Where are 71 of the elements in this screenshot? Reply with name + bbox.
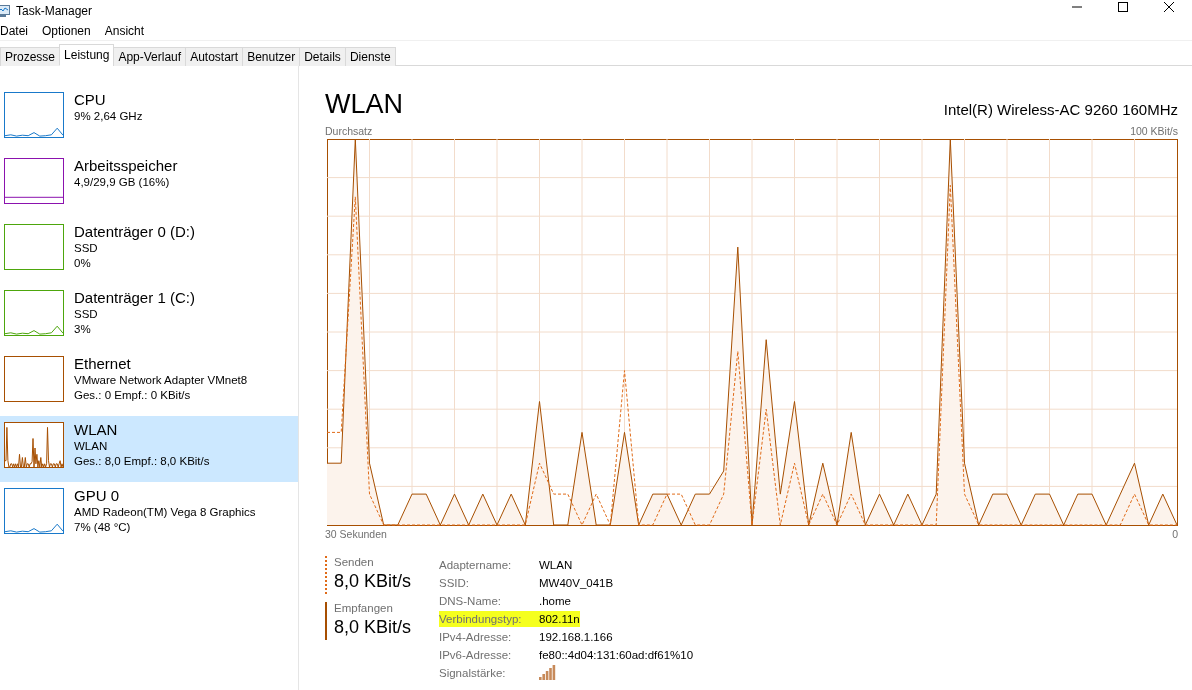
usage-graph-thumbnail	[4, 92, 64, 138]
property-value: WLAN	[539, 558, 573, 573]
page-title: WLAN	[325, 88, 403, 120]
tab[interactable]: Prozesse	[0, 47, 61, 66]
device-name: Ethernet	[74, 354, 132, 373]
sidebar-item[interactable]: GPU 0 AMD Radeon(TM) Vega 8 Graphics 7% (48 °C)	[0, 482, 298, 548]
sidebar-item[interactable]: WLAN WLAN Ges.: 8,0 Empf.: 8,0 KBit/s	[0, 416, 298, 482]
device-name: Datenträger 0 (D:)	[74, 222, 195, 241]
device-detail: Ges.: 8,0 Empf.: 8,0 KBit/s	[74, 454, 210, 469]
adapter-name: Intel(R) Wireless-AC 9260 160MHz	[943, 101, 1178, 118]
usage-graph-thumbnail	[4, 224, 64, 270]
sidebar-item[interactable]: Datenträger 0 (D:) SSD 0%	[0, 218, 298, 284]
tab[interactable]: App-Verlauf	[113, 47, 187, 66]
property-label: IPv4-Adresse:	[439, 630, 513, 645]
property-value: MW40V_041B	[539, 576, 614, 591]
stat-label: Empfangen	[334, 602, 394, 614]
stat-value: 8,0 KBit/s	[334, 570, 413, 593]
sidebar-item[interactable]: Datenträger 1 (C:) SSD 3%	[0, 284, 298, 350]
property-value: 192.168.1.166	[539, 630, 613, 645]
time-span-label: 30 Sekunden	[325, 528, 387, 540]
property-label: SSID:	[439, 576, 471, 591]
tab[interactable]: Autostart	[185, 47, 244, 66]
menu-item[interactable]: Datei	[0, 24, 35, 38]
device-detail: 0%	[74, 256, 92, 271]
axis-end-label: 0	[1172, 528, 1178, 540]
device-name: WLAN	[74, 420, 119, 439]
usage-graph-thumbnail	[4, 356, 64, 402]
maximize-icon	[1118, 2, 1128, 12]
usage-graph-thumbnail	[4, 488, 64, 534]
sidebar-item[interactable]: CPU 9% 2,64 GHz	[0, 86, 298, 152]
device-detail: VMware Network Adapter VMnet8	[74, 373, 248, 388]
device-detail: AMD Radeon(TM) Vega 8 Graphics	[74, 505, 256, 520]
device-detail: SSD	[74, 307, 99, 322]
device-name: GPU 0	[74, 486, 120, 505]
property-value: 802.11n	[539, 611, 580, 627]
device-detail: WLAN	[74, 439, 109, 454]
menu-item[interactable]: Ansicht	[97, 24, 152, 38]
tab[interactable]: Benutzer	[242, 47, 301, 66]
device-name: CPU	[74, 90, 107, 109]
device-name: Arbeitsspeicher	[74, 156, 178, 175]
axis-max-label: 100 KBit/s	[1130, 125, 1178, 137]
sidebar-item[interactable]: Arbeitsspeicher 4,9/29,9 GB (16%)	[0, 152, 298, 218]
property-label: Adaptername:	[439, 558, 513, 573]
device-detail: SSD	[74, 241, 99, 256]
stat-value: 8,0 KBit/s	[334, 616, 413, 639]
sidebar-item[interactable]: Ethernet VMware Network Adapter VMnet8 Ges.: 0 Empf.: 0 KBit/s	[0, 350, 298, 416]
property-label: Signalstärke:	[439, 666, 507, 681]
tab[interactable]: Dienste	[344, 47, 396, 66]
close-icon	[1164, 2, 1174, 12]
device-detail: 3%	[74, 322, 92, 337]
device-detail: 4,9/29,9 GB (16%)	[74, 175, 171, 190]
usage-graph-thumbnail	[4, 158, 64, 204]
usage-graph-thumbnail	[4, 290, 64, 336]
device-detail: Ges.: 0 Empf.: 0 KBit/s	[74, 388, 192, 403]
tab[interactable]: Details	[299, 47, 346, 66]
property-value: fe80::4d04:131:60ad:df61%10	[539, 648, 694, 663]
stat-label: Senden	[334, 556, 375, 568]
tab[interactable]: Leistung	[59, 44, 115, 66]
device-detail: 9% 2,64 GHz	[74, 109, 143, 124]
menu-item[interactable]: Optionen	[35, 24, 98, 38]
property-label: DNS-Name:	[439, 594, 502, 609]
app-icon	[0, 4, 10, 18]
property-label: Verbindungstyp:	[439, 611, 539, 627]
chart-label: Durchsatz	[325, 125, 373, 137]
device-name: Datenträger 1 (C:)	[74, 288, 195, 307]
property-label: IPv6-Adresse:	[439, 648, 513, 663]
usage-graph-thumbnail	[4, 422, 64, 468]
window-title: Task-Manager	[16, 4, 93, 18]
signal-strength-icon	[539, 665, 556, 680]
device-detail: 7% (48 °C)	[74, 520, 132, 535]
property-value: .home	[539, 594, 571, 609]
